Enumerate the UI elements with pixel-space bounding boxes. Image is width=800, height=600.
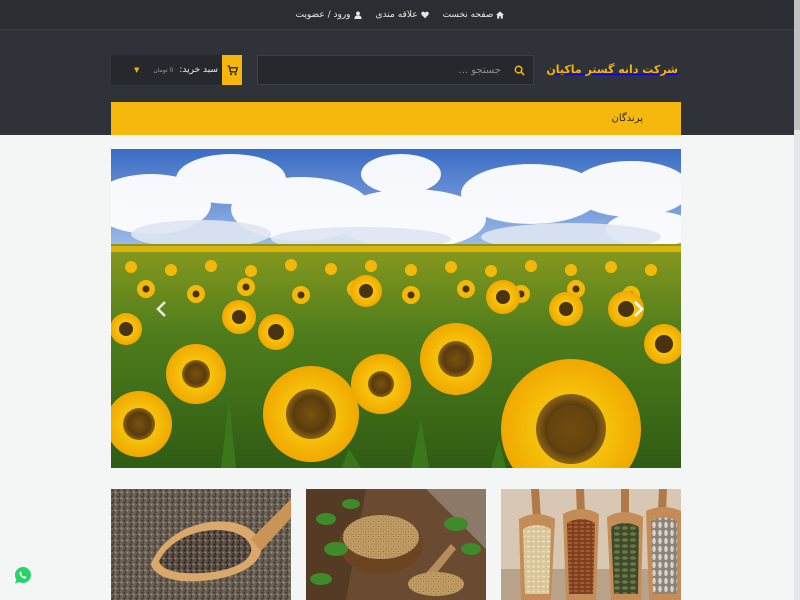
- heart-icon: [420, 11, 429, 19]
- search-box: [257, 55, 534, 85]
- search-icon: [514, 65, 525, 76]
- search-input[interactable]: [258, 56, 505, 84]
- home-link-label: صفحه نخست: [442, 10, 494, 20]
- chia-seeds-image: [111, 489, 291, 600]
- slider-prev-button[interactable]: [153, 297, 169, 321]
- favorites-link-label: علاقه مندی: [375, 10, 418, 20]
- shopping-cart-icon: [226, 64, 238, 75]
- user-icon: [353, 11, 362, 19]
- page-scrollbar[interactable]: [794, 0, 800, 600]
- seed-scoops-image: [501, 489, 681, 600]
- sunflower-field-image: [111, 149, 681, 468]
- search-button[interactable]: [505, 56, 533, 84]
- login-register-link[interactable]: ورود / عضویت: [296, 10, 362, 20]
- whatsapp-button[interactable]: [14, 566, 32, 586]
- cart-dropdown-icon[interactable]: ▼: [134, 66, 139, 74]
- product-card-chia[interactable]: [111, 489, 291, 600]
- slider-next-button[interactable]: [631, 297, 647, 321]
- home-link[interactable]: صفحه نخست: [443, 10, 505, 20]
- seed-bowl-image: [306, 489, 486, 600]
- home-icon: [496, 11, 505, 19]
- cart-label: سبد خرید:: [179, 65, 218, 75]
- top-nav: صفحه نخست علاقه مندی ورود / عضویت: [0, 0, 800, 30]
- chevron-left-icon: [156, 301, 166, 317]
- cart-button[interactable]: [222, 55, 242, 85]
- category-menu: پرندگان: [111, 102, 681, 135]
- scrollbar-thumb[interactable]: [794, 0, 800, 130]
- brand-name: شرکت دانه گستر ماکیان: [546, 62, 678, 76]
- cart-amount: 0 تومان: [153, 66, 174, 74]
- menu-item-birds[interactable]: پرندگان: [612, 113, 643, 124]
- chevron-right-icon: [634, 301, 644, 317]
- site-logo[interactable]: شرکت دانه گستر ماکیان: [546, 44, 682, 94]
- cart-widget[interactable]: سبد خرید: 0 تومان ▼: [111, 55, 242, 85]
- login-register-label: ورود / عضویت: [295, 10, 351, 20]
- product-card-seed-scoops[interactable]: [501, 489, 681, 600]
- top-bar: صفحه نخست علاقه مندی ورود / عضویت: [0, 0, 800, 30]
- favorites-link[interactable]: علاقه مندی: [376, 10, 429, 20]
- whatsapp-icon: [15, 567, 31, 584]
- hero-slider: [111, 149, 681, 468]
- product-card-seed-bowl[interactable]: [306, 489, 486, 600]
